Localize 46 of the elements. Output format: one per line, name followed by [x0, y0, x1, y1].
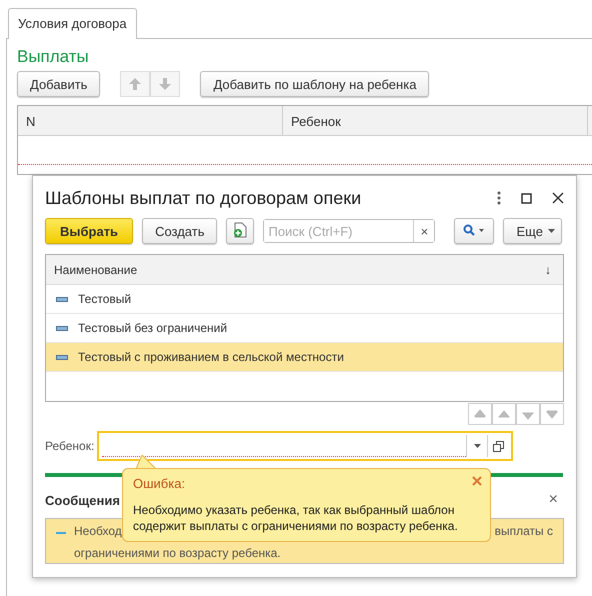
error-title: Ошибка: — [133, 476, 186, 491]
row-text: Тестовый с проживанием в сельской местности — [78, 350, 344, 364]
message-text: Необход — [74, 524, 122, 539]
search-icon — [463, 224, 486, 236]
triangle-icon — [545, 408, 559, 420]
add-button[interactable]: Добавить — [17, 71, 100, 97]
search-options-button[interactable] — [454, 218, 494, 244]
search-field[interactable]: Поиск (Ctrl+F) × — [263, 219, 436, 243]
triangle-icon — [473, 408, 487, 420]
windows-icon — [492, 440, 504, 452]
field-label: Ребенок: — [45, 439, 94, 453]
close-button[interactable]: × — [542, 491, 564, 509]
row-text: Тестовый — [78, 292, 132, 306]
add-by-template-button[interactable]: Добавить по шаблону на ребенка — [200, 71, 430, 97]
item-icon — [56, 326, 68, 330]
child-field[interactable] — [97, 431, 514, 461]
more-button[interactable]: Еще — [503, 218, 562, 244]
sort-indicator: ↓ — [545, 262, 551, 276]
more-icon[interactable] — [497, 191, 501, 205]
message-text: выплаты с — [494, 524, 553, 539]
triangle-icon — [497, 408, 511, 420]
create-button[interactable]: Создать — [142, 218, 218, 244]
messages-title: Сообщения — [45, 492, 120, 508]
arrow-down-icon — [159, 78, 172, 90]
clear-button[interactable]: × — [413, 220, 434, 242]
arrow-up-icon — [129, 78, 142, 90]
column-header[interactable]: N — [18, 106, 283, 135]
item-icon — [56, 296, 68, 302]
dash-icon — [56, 532, 66, 534]
close-icon[interactable] — [552, 192, 564, 204]
message-text: ограничениями по возрасту ребенка. — [74, 546, 281, 561]
column-header[interactable]: Ребенок — [283, 106, 588, 135]
error-text: Необходимо указать ребенка, так как выбранный шаблон содержит выплаты с ограничениями по возрасту ребенка. — [133, 502, 459, 534]
column-header[interactable]: Наименование — [54, 262, 138, 276]
row-text: Тестовый без ограничений — [78, 321, 228, 335]
caret-icon — [474, 444, 481, 448]
tab[interactable]: Условия договора — [8, 8, 137, 39]
select-button[interactable]: Выбрать — [45, 218, 134, 244]
section-title: Выплаты — [17, 47, 90, 67]
new-document-button[interactable] — [226, 218, 254, 244]
list-row[interactable]: Тестовый с проживанием в сельской местности — [46, 343, 563, 372]
maximize-icon[interactable] — [521, 192, 532, 204]
caret-icon — [548, 229, 555, 233]
item-icon — [56, 354, 68, 360]
document-plus-icon — [233, 222, 248, 238]
dialog-title: Шаблоны выплат по договорам опеки — [45, 188, 362, 208]
